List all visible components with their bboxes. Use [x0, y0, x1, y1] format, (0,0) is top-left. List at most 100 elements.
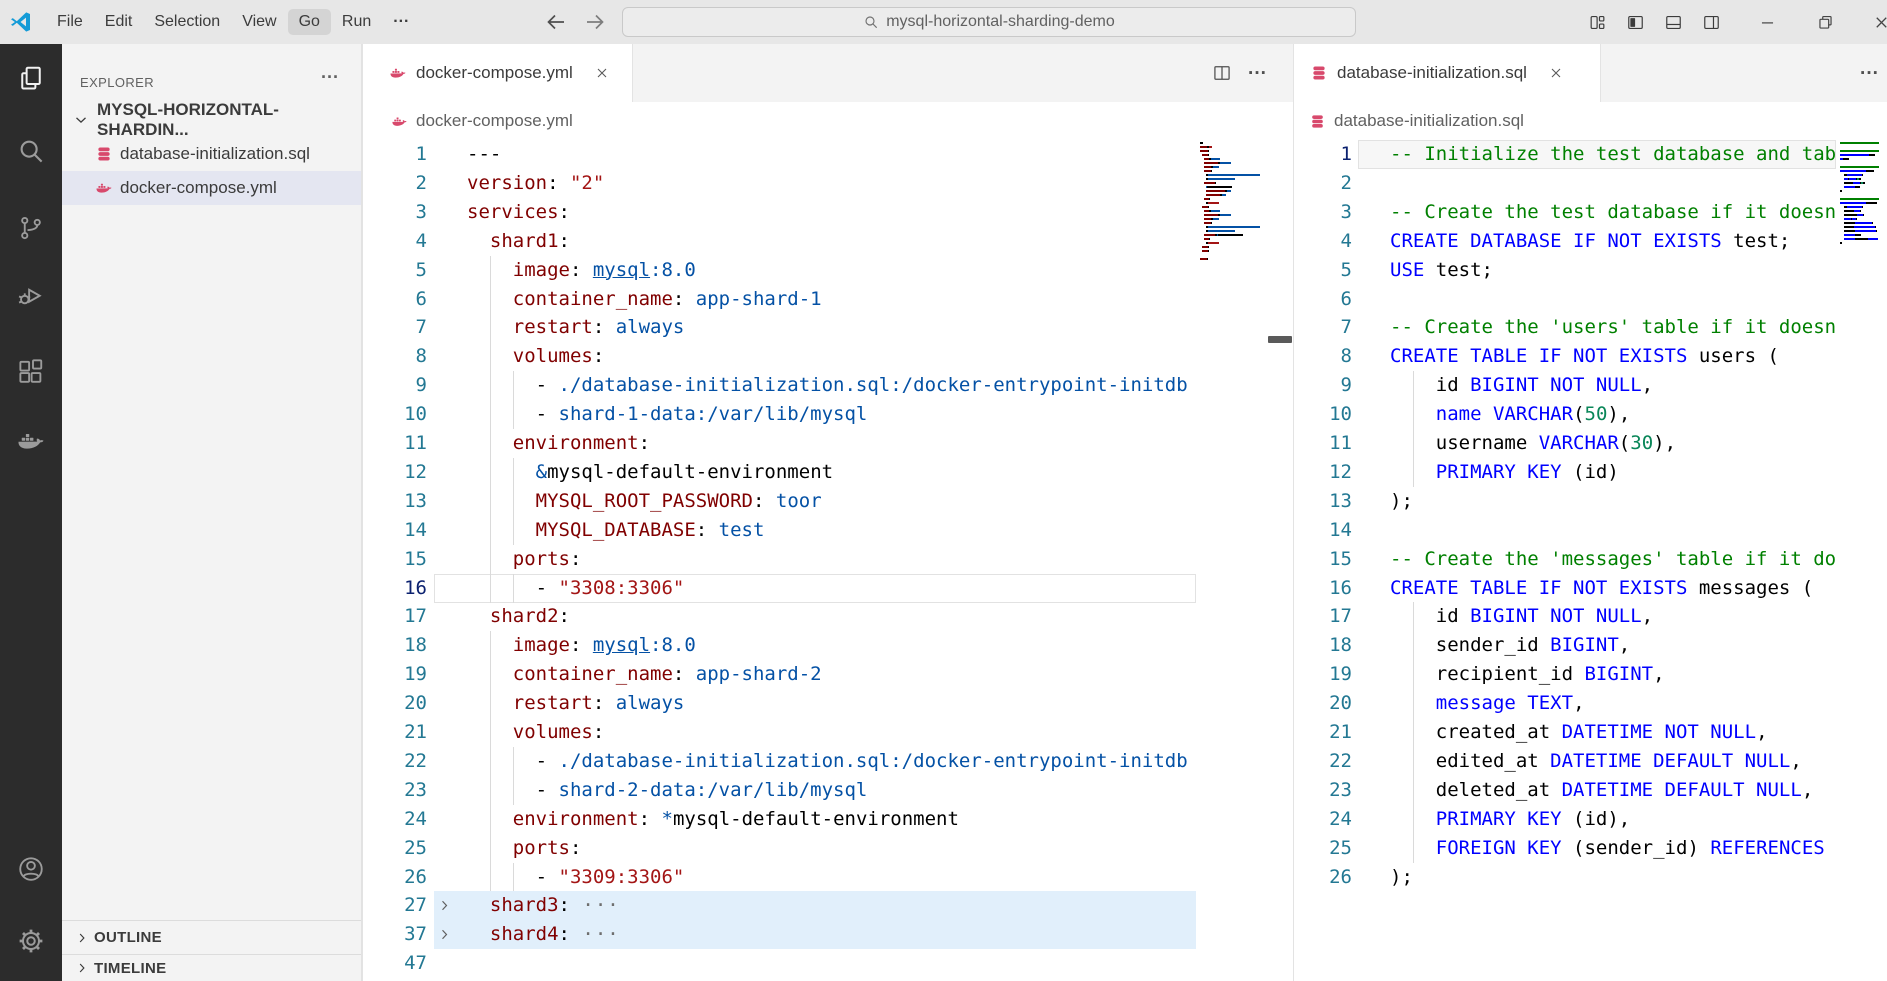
code-line[interactable]: environment:	[467, 429, 1196, 458]
code-line[interactable]: environment: *mysql-default-environment	[467, 805, 1196, 834]
code-line[interactable]: image: mysql:8.0	[467, 631, 1196, 660]
search-icon[interactable]	[16, 136, 46, 166]
code-line[interactable]: services:	[467, 198, 1196, 227]
split-editor-icon[interactable]	[1212, 63, 1232, 83]
command-center-search[interactable]: mysql-horizontal-sharding-demo	[622, 7, 1356, 37]
code-line[interactable]: - "3308:3306"	[467, 574, 1196, 603]
code-line[interactable]	[1390, 169, 1836, 198]
code-line[interactable]: shard1:	[467, 227, 1196, 256]
explorer-more-actions-button[interactable]: ···	[321, 68, 339, 86]
code-line[interactable]: created_at DATETIME NOT NULL,	[1390, 718, 1836, 747]
code-line[interactable]	[1390, 516, 1836, 545]
forward-arrow-icon[interactable]	[583, 10, 607, 34]
menu-edit[interactable]: Edit	[94, 9, 144, 35]
code-line[interactable]: ---	[467, 140, 1196, 169]
minimap[interactable]	[1840, 142, 1885, 252]
code-line[interactable]: MYSQL_DATABASE: test	[467, 516, 1196, 545]
restore-button[interactable]	[1816, 13, 1835, 32]
toggle-panel-icon[interactable]	[1664, 13, 1683, 32]
code-line[interactable]: username VARCHAR(30),	[1390, 429, 1836, 458]
editor-more-actions-button[interactable]: ···	[1860, 64, 1879, 83]
code-line[interactable]: image: mysql:8.0	[467, 256, 1196, 285]
code-line[interactable]: edited_at DATETIME DEFAULT NULL,	[1390, 747, 1836, 776]
code-line[interactable]: ports:	[467, 834, 1196, 863]
code-line[interactable]: -- Initialize the test database and tab	[1390, 140, 1836, 169]
code-line[interactable]: message TEXT,	[1390, 689, 1836, 718]
menu-selection[interactable]: Selection	[143, 9, 231, 35]
code-line[interactable]: id BIGINT NOT NULL,	[1390, 602, 1836, 631]
code-line[interactable]: PRIMARY KEY (id)	[1390, 458, 1836, 487]
extensions-icon[interactable]	[16, 358, 46, 388]
code-line[interactable]: PRIMARY KEY (id),	[1390, 805, 1836, 834]
code-line[interactable]: volumes:	[467, 342, 1196, 371]
code-line[interactable]: shard2:	[467, 602, 1196, 631]
code-line[interactable]: MYSQL_ROOT_PASSWORD: toor	[467, 487, 1196, 516]
close-tab-icon[interactable]	[1548, 65, 1564, 81]
timeline-section-header[interactable]: TIMELINE	[62, 954, 361, 981]
code-line[interactable]: - shard-1-data:/var/lib/mysql	[467, 400, 1196, 429]
left-breadcrumb[interactable]: docker-compose.yml	[362, 102, 1293, 140]
code-line[interactable]: - shard-2-data:/var/lib/mysql	[467, 776, 1196, 805]
code-line[interactable]: container_name: app-shard-2	[467, 660, 1196, 689]
run-debug-icon[interactable]	[16, 281, 46, 311]
code-line[interactable]: name VARCHAR(50),	[1390, 400, 1836, 429]
toggle-primary-sidebar-icon[interactable]	[1626, 13, 1645, 32]
code-line[interactable]	[467, 949, 1196, 978]
toggle-secondary-sidebar-icon[interactable]	[1702, 13, 1721, 32]
fold-expand-icon[interactable]	[436, 926, 453, 943]
editor-more-actions-button[interactable]: ···	[1248, 64, 1267, 83]
back-arrow-icon[interactable]	[544, 10, 568, 34]
code-line[interactable]: restart: always	[467, 313, 1196, 342]
code-line[interactable]: );	[1390, 487, 1836, 516]
account-icon[interactable]	[16, 854, 46, 884]
source-control-icon[interactable]	[16, 213, 46, 243]
code-line[interactable]: CREATE DATABASE IF NOT EXISTS test;	[1390, 227, 1836, 256]
minimize-button[interactable]	[1758, 13, 1777, 32]
menu-overflow-button[interactable]: ···	[382, 9, 420, 35]
minimap[interactable]	[1200, 142, 1260, 268]
code-line[interactable]: container_name: app-shard-1	[467, 285, 1196, 314]
close-window-button[interactable]	[1872, 13, 1887, 32]
tab-database-initialization[interactable]: database-initialization.sql	[1293, 44, 1601, 102]
menu-run[interactable]: Run	[331, 9, 382, 35]
code-line[interactable]: &mysql-default-environment	[467, 458, 1196, 487]
code-line[interactable]: - ./database-initialization.sql:/docker-…	[467, 747, 1196, 776]
code-line[interactable]: recipient_id BIGINT,	[1390, 660, 1836, 689]
code-line[interactable]: deleted_at DATETIME DEFAULT NULL,	[1390, 776, 1836, 805]
customize-layout-icon[interactable]	[1588, 13, 1607, 32]
tab-docker-compose[interactable]: docker-compose.yml	[363, 44, 633, 102]
code-line[interactable]: );	[1390, 863, 1836, 892]
fold-expand-icon[interactable]	[436, 897, 453, 914]
settings-gear-icon[interactable]	[16, 926, 46, 956]
code-line[interactable]: FOREIGN KEY (sender_id) REFERENCES	[1390, 834, 1836, 863]
menu-file[interactable]: File	[46, 9, 94, 35]
code-line[interactable]: - ./database-initialization.sql:/docker-…	[467, 371, 1196, 400]
close-tab-icon[interactable]	[594, 65, 610, 81]
code-line[interactable]: CREATE TABLE IF NOT EXISTS users (	[1390, 342, 1836, 371]
outline-section-header[interactable]: OUTLINE	[62, 920, 361, 954]
menu-view[interactable]: View	[231, 9, 287, 35]
code-line[interactable]: restart: always	[467, 689, 1196, 718]
code-line[interactable]: CREATE TABLE IF NOT EXISTS messages (	[1390, 574, 1836, 603]
explorer-icon[interactable]	[16, 64, 46, 94]
code-line[interactable]: USE test;	[1390, 256, 1836, 285]
code-line[interactable]: - "3309:3306"	[467, 863, 1196, 892]
menu-go[interactable]: Go	[288, 9, 331, 35]
code-line[interactable]: shard3: ···	[467, 891, 1196, 920]
file-item-database-initialization.sql[interactable]: database-initialization.sql	[62, 137, 361, 171]
code-line[interactable]: shard4: ···	[467, 920, 1196, 949]
minimap-slider[interactable]	[1268, 336, 1292, 343]
code-line[interactable]: version: "2"	[467, 169, 1196, 198]
code-line[interactable]	[1390, 285, 1836, 314]
code-line[interactable]: sender_id BIGINT,	[1390, 631, 1836, 660]
file-item-docker-compose.yml[interactable]: docker-compose.yml	[62, 171, 361, 205]
code-line[interactable]: volumes:	[467, 718, 1196, 747]
editor-group-divider[interactable]	[1293, 44, 1294, 981]
code-line[interactable]: -- Create the 'messages' table if it do	[1390, 545, 1836, 574]
code-line[interactable]: -- Create the 'users' table if it doesn	[1390, 313, 1836, 342]
code-line[interactable]: ports:	[467, 545, 1196, 574]
sidebar-editor-divider[interactable]	[362, 44, 363, 981]
code-line[interactable]: -- Create the test database if it doesn	[1390, 198, 1836, 227]
code-line[interactable]: id BIGINT NOT NULL,	[1390, 371, 1836, 400]
folder-row-root[interactable]: MYSQL-HORIZONTAL-SHARDIN...	[62, 103, 361, 137]
